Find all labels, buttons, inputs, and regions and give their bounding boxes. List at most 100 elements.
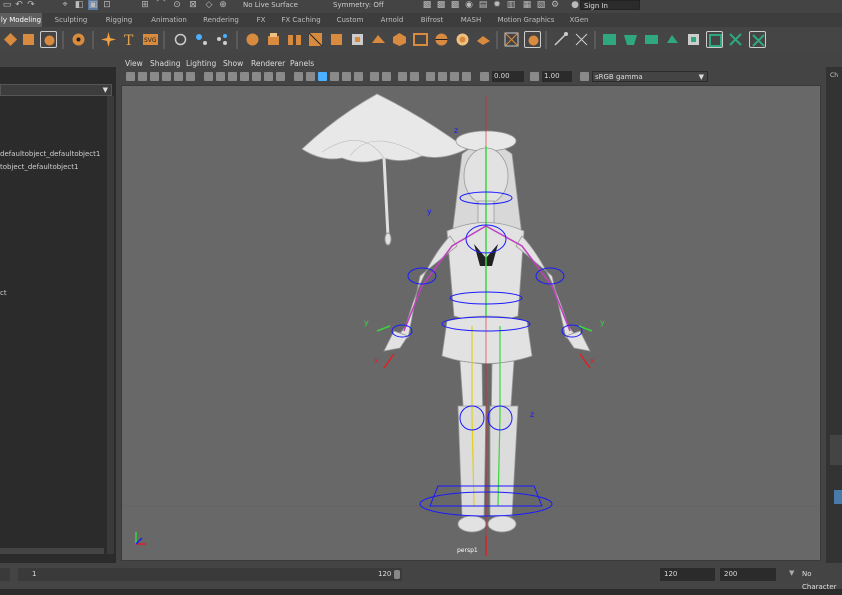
tab-arnold[interactable]: Arnold xyxy=(374,13,410,27)
combine-icon[interactable] xyxy=(172,31,189,48)
poly-soccer-icon[interactable] xyxy=(70,31,87,48)
symmetry-dropdown[interactable]: Symmetry: Off xyxy=(330,0,416,10)
resolution-gate-icon[interactable] xyxy=(228,72,237,81)
menu-renderer[interactable]: Renderer xyxy=(251,58,285,70)
range-slider-handle[interactable] xyxy=(394,570,400,579)
offset-loop-icon[interactable] xyxy=(454,31,471,48)
attribute-editor-icon[interactable]: ▧ xyxy=(536,0,546,10)
playback-end-field[interactable]: 120 xyxy=(660,568,715,581)
append-icon[interactable] xyxy=(328,31,345,48)
color-management-icon[interactable] xyxy=(580,72,589,81)
tab-sculpting[interactable]: Sculpting xyxy=(48,13,94,27)
gamma-icon[interactable] xyxy=(530,72,539,81)
color-space-dropdown[interactable]: sRGB gamma ▼ xyxy=(592,71,708,82)
character-set-dropdown[interactable]: No Character xyxy=(798,568,842,591)
outliner-item[interactable]: defaultobject_defaultobject1 xyxy=(0,150,100,158)
hypershade-icon[interactable]: ◉ xyxy=(464,0,474,10)
sign-in-button[interactable]: Sign In xyxy=(580,0,640,10)
layout-uv-icon[interactable] xyxy=(727,31,744,48)
image-plane-icon[interactable] xyxy=(162,72,171,81)
separate-icon[interactable] xyxy=(193,31,210,48)
modeling-toolkit-icon[interactable]: ▦ xyxy=(522,0,532,10)
tab-fx-caching[interactable]: FX Caching xyxy=(278,13,324,27)
chevron-down-icon[interactable]: ▼ xyxy=(103,86,108,94)
render-icon[interactable]: ▩ xyxy=(422,0,432,10)
sew-uv-icon[interactable] xyxy=(685,31,702,48)
extrude-icon[interactable] xyxy=(265,31,282,48)
select-camera-icon[interactable] xyxy=(126,72,135,81)
grid-icon[interactable] xyxy=(204,72,213,81)
xray-active-icon[interactable] xyxy=(462,72,471,81)
2d-pan-zoom-icon[interactable] xyxy=(174,72,183,81)
ipr-render-icon[interactable]: ▩ xyxy=(436,0,446,10)
safe-title-icon[interactable] xyxy=(276,72,285,81)
svg-tool-icon[interactable]: SVG xyxy=(142,31,159,48)
safe-action-icon[interactable] xyxy=(264,72,273,81)
bevel-icon[interactable] xyxy=(307,31,324,48)
sculpt-brush-icon[interactable] xyxy=(524,31,541,48)
render-setup-icon[interactable]: ▤ xyxy=(478,0,488,10)
exposure-icon[interactable] xyxy=(480,72,489,81)
menu-panels[interactable]: Panels xyxy=(290,58,314,70)
screen-space-ao-icon[interactable] xyxy=(370,72,379,81)
toggle-panel-icon[interactable]: ▥ xyxy=(506,0,516,10)
cut-uv-icon[interactable] xyxy=(664,31,681,48)
tab-custom[interactable]: Custom xyxy=(330,13,370,27)
command-line[interactable] xyxy=(0,589,842,595)
tab-motion-graphics[interactable]: Motion Graphics xyxy=(494,13,558,27)
field-chart-icon[interactable] xyxy=(252,72,261,81)
range-start-field[interactable] xyxy=(0,568,10,581)
smooth-icon[interactable] xyxy=(244,31,261,48)
planar-map-icon[interactable] xyxy=(573,31,590,48)
tab-rigging[interactable]: Rigging xyxy=(98,13,140,27)
depth-of-field-icon[interactable] xyxy=(410,72,419,81)
snap-live-icon[interactable]: ⊕ xyxy=(218,0,228,10)
live-surface-dropdown[interactable]: No Live Surface xyxy=(240,0,326,10)
tab-xgen[interactable]: XGen xyxy=(562,13,596,27)
polygon-star-icon[interactable] xyxy=(100,31,117,48)
unfold-icon[interactable] xyxy=(706,31,723,48)
snap-point-icon[interactable]: ⊙ xyxy=(172,0,182,10)
animation-end-field[interactable]: 200 xyxy=(720,568,776,581)
type-text-icon[interactable]: T xyxy=(121,31,138,48)
poly-plane-icon[interactable] xyxy=(20,31,37,48)
xray-joints-icon[interactable] xyxy=(450,72,459,81)
smooth-shade-icon[interactable] xyxy=(306,72,315,81)
bookmark-icon[interactable] xyxy=(150,72,159,81)
tab-bifrost[interactable]: Bifrost xyxy=(414,13,450,27)
shadows-icon[interactable] xyxy=(354,72,363,81)
xray-icon[interactable] xyxy=(438,72,447,81)
layer-visibility-toggle[interactable] xyxy=(834,490,842,504)
extract-icon[interactable] xyxy=(214,31,231,48)
cylindrical-map-icon[interactable] xyxy=(622,31,639,48)
tool-settings-icon[interactable]: ⚙ xyxy=(550,0,560,10)
new-scene-icon[interactable]: ▭ xyxy=(2,0,12,10)
outliner-item[interactable]: ct xyxy=(0,289,7,297)
range-slider[interactable]: 1 120 xyxy=(18,568,402,581)
outliner-scrollbar[interactable] xyxy=(107,96,114,554)
wireframe-on-shaded-icon[interactable] xyxy=(318,72,327,81)
layer-editor-strip[interactable] xyxy=(830,435,842,465)
mirror-icon[interactable] xyxy=(503,31,520,48)
checker-map-icon[interactable] xyxy=(749,31,766,48)
render-settings-icon[interactable]: ▩ xyxy=(450,0,460,10)
grease-pencil-icon[interactable] xyxy=(186,72,195,81)
target-weld-icon[interactable] xyxy=(391,31,408,48)
menu-view[interactable]: View xyxy=(125,58,143,70)
edge-loop-icon[interactable] xyxy=(412,31,429,48)
tab-mash[interactable]: MASH xyxy=(454,13,488,27)
bridge-icon[interactable] xyxy=(286,31,303,48)
gate-mask-icon[interactable] xyxy=(240,72,249,81)
light-editor-icon[interactable]: ✹ xyxy=(492,0,502,10)
perspective-viewport[interactable]: y z z x x y y persp1 xyxy=(121,85,821,561)
exposure-field[interactable]: 0.00 xyxy=(492,71,524,82)
redo-icon[interactable]: ↷ xyxy=(26,0,36,10)
select-object-icon[interactable]: ◧ xyxy=(74,0,84,10)
spherical-map-icon[interactable] xyxy=(643,31,660,48)
use-all-lights-icon[interactable] xyxy=(342,72,351,81)
snap-curve-icon[interactable]: ⌒ xyxy=(156,0,166,10)
undo-icon[interactable]: ↶ xyxy=(14,0,24,10)
poly-disc-icon[interactable] xyxy=(40,31,57,48)
select-hierarchy-icon[interactable]: ⌖ xyxy=(60,0,70,10)
slide-edge-icon[interactable] xyxy=(475,31,492,48)
